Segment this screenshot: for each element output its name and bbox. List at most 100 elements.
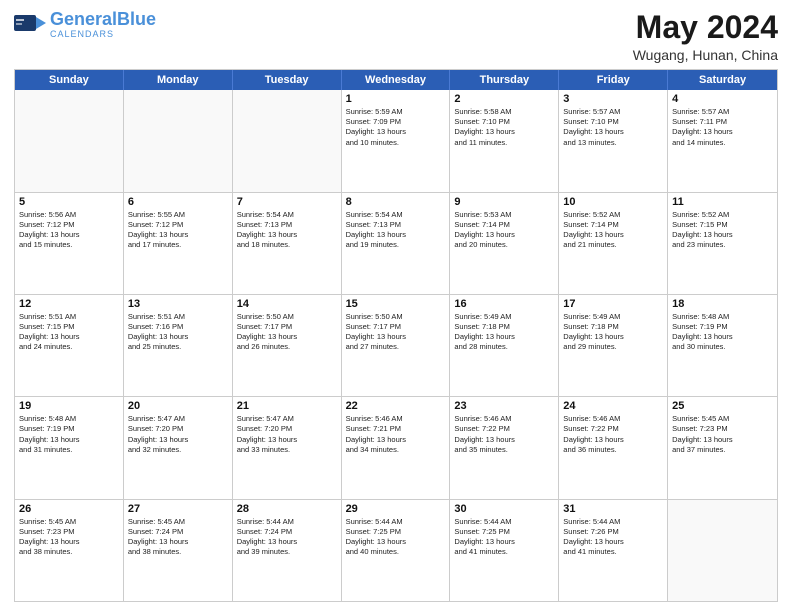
week-row-1: 5Sunrise: 5:56 AM Sunset: 7:12 PM Daylig…	[15, 193, 777, 295]
day-cell-1: 1 Sunrise: 5:59 AM Sunset: 7:09 PM Daylig…	[342, 90, 451, 191]
day-info: Sunrise: 5:51 AM Sunset: 7:16 PM Dayligh…	[128, 312, 228, 353]
day-cell-14: 14 Sunrise: 5:50 AM Sunset: 7:17 PM Dayli…	[233, 295, 342, 396]
month-title: May 2024	[633, 10, 778, 45]
day-cell-13: 13 Sunrise: 5:51 AM Sunset: 7:16 PM Dayli…	[124, 295, 233, 396]
day-number: 16	[454, 298, 554, 310]
weekday-monday: Monday	[124, 70, 233, 90]
day-info: Sunrise: 5:49 AM Sunset: 7:18 PM Dayligh…	[563, 312, 663, 353]
day-number: 25	[672, 400, 773, 412]
day-info: Sunrise: 5:50 AM Sunset: 7:17 PM Dayligh…	[237, 312, 337, 353]
day-number: 26	[19, 503, 119, 515]
day-number: 4	[672, 93, 773, 105]
day-info: Sunrise: 5:54 AM Sunset: 7:13 PM Dayligh…	[237, 210, 337, 251]
day-info: Sunrise: 5:48 AM Sunset: 7:19 PM Dayligh…	[19, 414, 119, 455]
location-title: Wugang, Hunan, China	[633, 47, 778, 63]
logo-tagline: CALENDARS	[50, 29, 156, 39]
day-number: 27	[128, 503, 228, 515]
day-number: 30	[454, 503, 554, 515]
day-cell-25: 25 Sunrise: 5:45 AM Sunset: 7:23 PM Dayli…	[668, 397, 777, 498]
weekday-tuesday: Tuesday	[233, 70, 342, 90]
day-info: Sunrise: 5:52 AM Sunset: 7:14 PM Dayligh…	[563, 210, 663, 251]
day-cell-4: 4Sunrise: 5:57 AM Sunset: 7:11 PM Daylig…	[668, 90, 777, 191]
day-info: Sunrise: 5:48 AM Sunset: 7:19 PM Dayligh…	[672, 312, 773, 353]
week-row-2: 12Sunrise: 5:51 AM Sunset: 7:15 PM Dayli…	[15, 295, 777, 397]
header: GeneralBlue CALENDARS May 2024 Wugang, H…	[14, 10, 778, 63]
day-number: 17	[563, 298, 663, 310]
day-number: 29	[346, 503, 446, 515]
day-number: 8	[346, 196, 446, 208]
empty-cell	[15, 90, 124, 191]
logo-text: GeneralBlue	[50, 10, 156, 28]
day-info: Sunrise: 5:45 AM Sunset: 7:24 PM Dayligh…	[128, 517, 228, 558]
day-cell-30: 30 Sunrise: 5:44 AM Sunset: 7:25 PM Dayli…	[450, 500, 559, 601]
day-cell-16: 16 Sunrise: 5:49 AM Sunset: 7:18 PM Dayli…	[450, 295, 559, 396]
day-number: 31	[563, 503, 663, 515]
day-number: 11	[672, 196, 773, 208]
day-number: 2	[454, 93, 554, 105]
calendar-header: Sunday Monday Tuesday Wednesday Thursday…	[15, 70, 777, 90]
day-number: 7	[237, 196, 337, 208]
day-info: Sunrise: 5:47 AM Sunset: 7:20 PM Dayligh…	[237, 414, 337, 455]
day-number: 10	[563, 196, 663, 208]
day-cell-5: 5Sunrise: 5:56 AM Sunset: 7:12 PM Daylig…	[15, 193, 124, 294]
day-cell-15: 15 Sunrise: 5:50 AM Sunset: 7:17 PM Dayli…	[342, 295, 451, 396]
day-number: 1	[346, 93, 446, 105]
week-row-3: 19 Sunrise: 5:48 AM Sunset: 7:19 PM Dayli…	[15, 397, 777, 499]
day-number: 3	[563, 93, 663, 105]
day-info: Sunrise: 5:44 AM Sunset: 7:24 PM Dayligh…	[237, 517, 337, 558]
day-number: 22	[346, 400, 446, 412]
day-number: 5	[19, 196, 119, 208]
day-cell-9: 9Sunrise: 5:53 AM Sunset: 7:14 PM Daylig…	[450, 193, 559, 294]
day-info: Sunrise: 5:46 AM Sunset: 7:22 PM Dayligh…	[563, 414, 663, 455]
calendar-body: 1 Sunrise: 5:59 AM Sunset: 7:09 PM Daylig…	[15, 90, 777, 601]
weekday-thursday: Thursday	[450, 70, 559, 90]
day-info: Sunrise: 5:44 AM Sunset: 7:26 PM Dayligh…	[563, 517, 663, 558]
day-info: Sunrise: 5:45 AM Sunset: 7:23 PM Dayligh…	[672, 414, 773, 455]
empty-cell	[668, 500, 777, 601]
day-cell-23: 23Sunrise: 5:46 AM Sunset: 7:22 PM Dayli…	[450, 397, 559, 498]
weekday-wednesday: Wednesday	[342, 70, 451, 90]
day-cell-22: 22 Sunrise: 5:46 AM Sunset: 7:21 PM Dayli…	[342, 397, 451, 498]
day-number: 19	[19, 400, 119, 412]
day-cell-17: 17 Sunrise: 5:49 AM Sunset: 7:18 PM Dayli…	[559, 295, 668, 396]
logo: GeneralBlue CALENDARS	[14, 10, 156, 39]
day-info: Sunrise: 5:51 AM Sunset: 7:15 PM Dayligh…	[19, 312, 119, 353]
day-cell-20: 20Sunrise: 5:47 AM Sunset: 7:20 PM Dayli…	[124, 397, 233, 498]
day-info: Sunrise: 5:52 AM Sunset: 7:15 PM Dayligh…	[672, 210, 773, 251]
day-cell-2: 2Sunrise: 5:58 AM Sunset: 7:10 PM Daylig…	[450, 90, 559, 191]
day-cell-24: 24 Sunrise: 5:46 AM Sunset: 7:22 PM Dayli…	[559, 397, 668, 498]
day-cell-18: 18 Sunrise: 5:48 AM Sunset: 7:19 PM Dayli…	[668, 295, 777, 396]
logo-icon	[14, 11, 46, 39]
day-cell-26: 26Sunrise: 5:45 AM Sunset: 7:23 PM Dayli…	[15, 500, 124, 601]
day-cell-29: 29 Sunrise: 5:44 AM Sunset: 7:25 PM Dayli…	[342, 500, 451, 601]
day-cell-27: 27 Sunrise: 5:45 AM Sunset: 7:24 PM Dayli…	[124, 500, 233, 601]
day-info: Sunrise: 5:54 AM Sunset: 7:13 PM Dayligh…	[346, 210, 446, 251]
day-cell-31: 31 Sunrise: 5:44 AM Sunset: 7:26 PM Dayli…	[559, 500, 668, 601]
day-cell-10: 10 Sunrise: 5:52 AM Sunset: 7:14 PM Dayli…	[559, 193, 668, 294]
day-info: Sunrise: 5:50 AM Sunset: 7:17 PM Dayligh…	[346, 312, 446, 353]
day-info: Sunrise: 5:44 AM Sunset: 7:25 PM Dayligh…	[346, 517, 446, 558]
page: GeneralBlue CALENDARS May 2024 Wugang, H…	[0, 0, 792, 612]
day-cell-8: 8 Sunrise: 5:54 AM Sunset: 7:13 PM Daylig…	[342, 193, 451, 294]
day-info: Sunrise: 5:59 AM Sunset: 7:09 PM Dayligh…	[346, 107, 446, 148]
day-number: 14	[237, 298, 337, 310]
day-info: Sunrise: 5:46 AM Sunset: 7:21 PM Dayligh…	[346, 414, 446, 455]
day-number: 9	[454, 196, 554, 208]
weekday-sunday: Sunday	[15, 70, 124, 90]
day-cell-11: 11 Sunrise: 5:52 AM Sunset: 7:15 PM Dayli…	[668, 193, 777, 294]
day-number: 13	[128, 298, 228, 310]
day-info: Sunrise: 5:44 AM Sunset: 7:25 PM Dayligh…	[454, 517, 554, 558]
day-info: Sunrise: 5:57 AM Sunset: 7:10 PM Dayligh…	[563, 107, 663, 148]
empty-cell	[233, 90, 342, 191]
day-number: 6	[128, 196, 228, 208]
day-number: 18	[672, 298, 773, 310]
day-number: 23	[454, 400, 554, 412]
weekday-saturday: Saturday	[668, 70, 777, 90]
day-number: 24	[563, 400, 663, 412]
day-info: Sunrise: 5:49 AM Sunset: 7:18 PM Dayligh…	[454, 312, 554, 353]
title-block: May 2024 Wugang, Hunan, China	[633, 10, 778, 63]
day-number: 28	[237, 503, 337, 515]
day-cell-6: 6Sunrise: 5:55 AM Sunset: 7:12 PM Daylig…	[124, 193, 233, 294]
day-number: 21	[237, 400, 337, 412]
day-number: 15	[346, 298, 446, 310]
